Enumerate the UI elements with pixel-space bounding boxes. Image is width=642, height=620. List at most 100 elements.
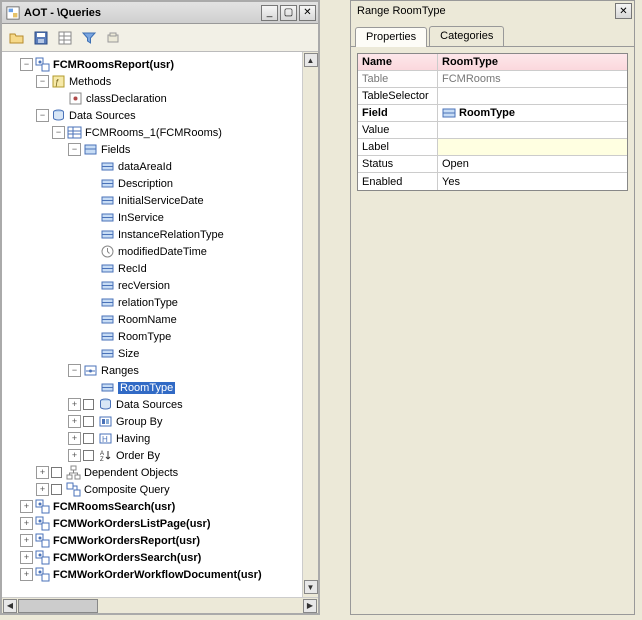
tree-having[interactable]: Having (116, 433, 150, 445)
toolbar-save-icon[interactable] (30, 27, 52, 49)
scroll-up-icon[interactable]: ▲ (304, 53, 318, 67)
scroll-down-icon[interactable]: ▼ (304, 580, 318, 594)
tree-datasources[interactable]: Data Sources (69, 110, 136, 122)
query-icon (35, 57, 50, 72)
expander-icon[interactable]: + (68, 415, 81, 428)
datasources-icon (51, 108, 66, 123)
tree-range-item[interactable]: RoomType (118, 382, 175, 394)
tree-field-item[interactable]: InstanceRelationType (118, 229, 224, 241)
tree-field-item[interactable]: modifiedDateTime (118, 246, 207, 258)
tree-field-item[interactable]: Description (118, 178, 173, 190)
tree-ds1[interactable]: FCMRooms_1(FCMRooms) (85, 127, 222, 139)
toolbar-filter-icon[interactable] (78, 27, 100, 49)
field-icon (100, 329, 115, 344)
tree-orderby[interactable]: Order By (116, 450, 160, 462)
tab-properties[interactable]: Properties (355, 27, 427, 47)
query-icon (35, 516, 50, 531)
field-icon (100, 227, 115, 242)
tree-field-item[interactable]: RecId (118, 263, 147, 275)
tree-peer-item[interactable]: FCMWorkOrdersReport(usr) (53, 535, 200, 547)
expander-icon[interactable]: + (36, 466, 49, 479)
prop-name: Enabled (358, 173, 438, 190)
expander-icon[interactable]: − (20, 58, 33, 71)
datasources-icon (98, 397, 113, 412)
expander-icon[interactable]: − (36, 75, 49, 88)
tree-peer-item[interactable]: FCMWorkOrderWorkflowDocument(usr) (53, 569, 262, 581)
expander-icon[interactable]: + (36, 483, 49, 496)
groupby-icon (98, 414, 113, 429)
toolbar-misc-icon[interactable] (102, 27, 124, 49)
tree-fields[interactable]: Fields (101, 144, 130, 156)
tree-peer-item[interactable]: FCMWorkOrdersListPage(usr) (53, 518, 211, 530)
tree-dependent[interactable]: Dependent Objects (84, 467, 178, 479)
expander-icon[interactable]: − (68, 143, 81, 156)
properties-close-button[interactable]: ✕ (615, 3, 632, 19)
prop-row-enabled[interactable]: Enabled Yes (358, 173, 627, 190)
tree-field-item[interactable]: Size (118, 348, 139, 360)
prop-row-field[interactable]: Field RoomType (358, 105, 627, 122)
expander-icon[interactable]: + (20, 517, 33, 530)
tree-nested-datasources[interactable]: Data Sources (116, 399, 183, 411)
tree-field-item[interactable]: InitialServiceDate (118, 195, 204, 207)
prop-row-label[interactable]: Label (358, 139, 627, 156)
checkbox[interactable] (83, 399, 94, 410)
checkbox[interactable] (83, 450, 94, 461)
field-icon (100, 176, 115, 191)
checkbox[interactable] (51, 484, 62, 495)
expander-icon[interactable]: + (20, 551, 33, 564)
tree-ranges[interactable]: Ranges (101, 365, 139, 377)
svg-text:ƒ: ƒ (55, 78, 59, 87)
checkbox[interactable] (51, 467, 62, 478)
tree-classdeclaration[interactable]: classDeclaration (86, 93, 167, 105)
tree-peer-item[interactable]: FCMWorkOrdersSearch(usr) (53, 552, 201, 564)
tree-field-item[interactable]: recVersion (118, 280, 170, 292)
tab-categories[interactable]: Categories (429, 26, 504, 46)
expander-icon[interactable]: + (20, 500, 33, 513)
properties-titlebar: Range RoomType ✕ (351, 1, 634, 21)
toolbar-properties-icon[interactable] (54, 27, 76, 49)
expander-icon[interactable]: + (68, 432, 81, 445)
prop-value (438, 88, 627, 104)
expander-icon[interactable]: − (52, 126, 65, 139)
tree-composite[interactable]: Composite Query (84, 484, 170, 496)
field-icon (100, 312, 115, 327)
minimize-button[interactable]: _ (261, 5, 278, 21)
dependent-icon (66, 465, 81, 480)
toolbar-open-icon[interactable] (6, 27, 28, 49)
checkbox[interactable] (83, 416, 94, 427)
vertical-scrollbar[interactable]: ▲ ▼ (302, 52, 318, 597)
prop-value: Yes (438, 173, 627, 190)
close-button[interactable]: ✕ (299, 5, 316, 21)
tree-field-item[interactable]: RoomName (118, 314, 177, 326)
tree-peer-item[interactable]: FCMRoomsSearch(usr) (53, 501, 175, 513)
prop-row-status[interactable]: Status Open (358, 156, 627, 173)
expander-icon[interactable]: − (68, 364, 81, 377)
aot-title-icon (6, 6, 20, 20)
prop-row-tableselector[interactable]: TableSelector (358, 88, 627, 105)
tree-field-item[interactable]: dataAreaId (118, 161, 172, 173)
checkbox[interactable] (83, 433, 94, 444)
aot-tree[interactable]: − FCMRoomsReport(usr) − ƒ Methods classD… (2, 52, 318, 597)
expander-icon[interactable]: − (36, 109, 49, 122)
tree-root-label[interactable]: FCMRoomsReport(usr) (53, 59, 174, 71)
tree-field-item[interactable]: relationType (118, 297, 178, 309)
scroll-right-icon[interactable]: ▶ (303, 599, 317, 613)
scroll-left-icon[interactable]: ◀ (3, 599, 17, 613)
window-controls: _ ▢ ✕ (261, 5, 316, 21)
maximize-button[interactable]: ▢ (280, 5, 297, 21)
expander-icon[interactable]: + (68, 449, 81, 462)
prop-row-value[interactable]: Value (358, 122, 627, 139)
tree-field-item[interactable]: RoomType (118, 331, 171, 343)
prop-row-table[interactable]: Table FCMRooms (358, 71, 627, 88)
expander-icon[interactable]: + (68, 398, 81, 411)
tree-field-item[interactable]: InService (118, 212, 164, 224)
tree-methods[interactable]: Methods (69, 76, 111, 88)
prop-name: Field (358, 105, 438, 121)
prop-name: TableSelector (358, 88, 438, 104)
class-declaration-icon (68, 91, 83, 106)
horizontal-scrollbar[interactable]: ◀ ▶ (2, 597, 318, 613)
expander-icon[interactable]: + (20, 568, 33, 581)
expander-icon[interactable]: + (20, 534, 33, 547)
field-icon (100, 210, 115, 225)
tree-groupby[interactable]: Group By (116, 416, 162, 428)
